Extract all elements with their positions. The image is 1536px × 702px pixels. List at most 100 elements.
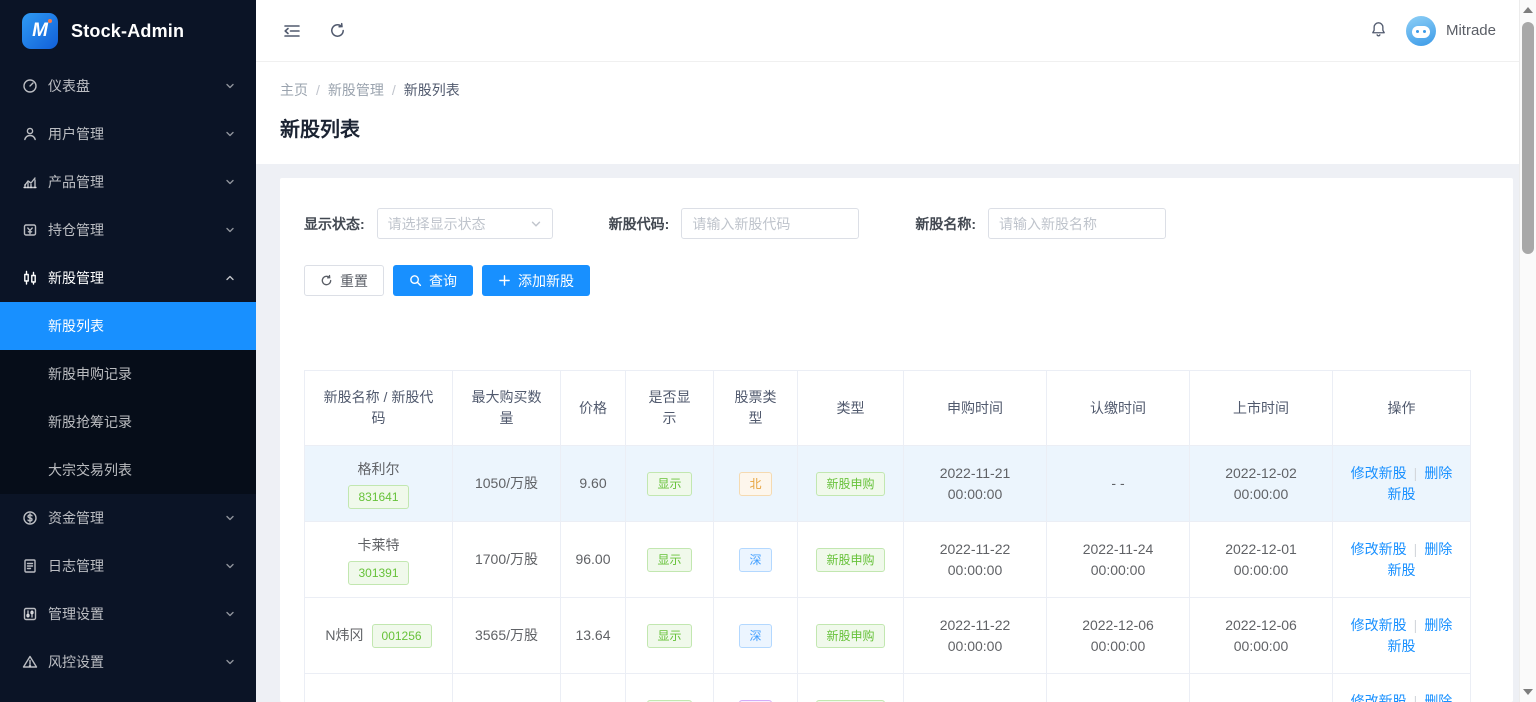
submenu-item-label: 新股列表: [48, 316, 104, 336]
add-new-stock-button[interactable]: 添加新股: [482, 265, 590, 296]
table-row[interactable]: 三未信安 1914/万股 78.90 显示 沪 新股申购 2022-11-23 …: [305, 674, 1471, 702]
action-divider: |: [1414, 617, 1418, 633]
filter-bar: 显示状态: 请选择显示状态 新股代码: 新股名称:: [304, 208, 1487, 239]
price: 78.90: [561, 674, 626, 702]
sidebar-item-new-stocks[interactable]: 新股管理: [0, 254, 256, 302]
query-button-label: 查询: [429, 271, 457, 291]
chevron-up-icon: [224, 272, 236, 284]
display-status-label: 显示状态:: [304, 214, 365, 234]
scroll-up-arrow[interactable]: [1523, 7, 1533, 13]
breadcrumb-item-current: 新股列表: [404, 80, 460, 100]
edit-stock-link[interactable]: 修改新股: [1351, 617, 1407, 633]
breadcrumb-separator: /: [392, 82, 396, 98]
sidebar-item-label: 资金管理: [48, 508, 224, 528]
submenu-item-label: 新股申购记录: [48, 364, 132, 384]
refresh-icon[interactable]: [328, 21, 347, 40]
stock-code-input[interactable]: [681, 208, 859, 239]
user-icon: [22, 126, 38, 142]
chevron-down-icon: [224, 512, 236, 524]
pay-time: - -: [1055, 473, 1181, 494]
chevron-down-icon: [224, 560, 236, 572]
col-type: 类型: [798, 371, 904, 446]
action-divider: |: [1414, 465, 1418, 481]
col-name-code: 新股名称 / 新股代码: [305, 371, 453, 446]
vertical-scrollbar[interactable]: [1519, 0, 1536, 702]
dashboard-icon: [22, 78, 38, 94]
sidebar-item-admin-settings[interactable]: 管理设置: [0, 590, 256, 638]
plus-icon: [498, 274, 511, 287]
sliders-icon: [22, 606, 38, 622]
sidebar-item-label: 日志管理: [48, 556, 224, 576]
price: 96.00: [561, 522, 626, 598]
sidebar-menu: 仪表盘 用户管理 产品管理 持仓管理 新股管理 新股列表 新股申购记录 新股抢筹: [0, 62, 256, 702]
sidebar: M Stock-Admin 仪表盘 用户管理 产品管理 持仓管理 新股管理: [0, 0, 256, 702]
breadcrumb-item-home[interactable]: 主页: [280, 80, 308, 100]
max-qty: 1050/万股: [453, 446, 561, 522]
stock-code-badge: 001256: [372, 624, 432, 648]
sidebar-item-risk-settings[interactable]: 风控设置: [0, 638, 256, 686]
scroll-down-arrow[interactable]: [1523, 689, 1533, 695]
user-menu[interactable]: Mitrade: [1406, 16, 1496, 46]
app-logo[interactable]: M Stock-Admin: [0, 0, 256, 62]
chevron-down-icon: [224, 128, 236, 140]
table-row[interactable]: N炜冈001256 3565/万股 13.64 显示 深 新股申购 2022-1…: [305, 598, 1471, 674]
breadcrumb-item-new-stock-mgmt[interactable]: 新股管理: [328, 80, 384, 100]
edit-stock-link[interactable]: 修改新股: [1351, 541, 1407, 557]
sidebar-item-label: 用户管理: [48, 124, 224, 144]
buy-time: 2022-11-2200:00:00: [912, 539, 1038, 581]
table-row[interactable]: 格利尔831641 1050/万股 9.60 显示 北 新股申购 2022-11…: [305, 446, 1471, 522]
sidebar-item-positions[interactable]: 持仓管理: [0, 206, 256, 254]
display-status-select[interactable]: 请选择显示状态: [377, 208, 553, 239]
reset-button[interactable]: 重置: [304, 265, 384, 296]
sidebar-item-label: 仪表盘: [48, 76, 224, 96]
stock-name-input[interactable]: [988, 208, 1166, 239]
submenu-item-label: 大宗交易列表: [48, 460, 132, 480]
notification-bell-icon[interactable]: [1369, 20, 1388, 42]
action-bar: 重置 查询 添加新股: [304, 265, 1487, 296]
submenu-item-label: 新股抢筹记录: [48, 412, 132, 432]
filter-display-status: 显示状态: 请选择显示状态: [304, 208, 553, 239]
sidebar-item-funds[interactable]: 资金管理: [0, 494, 256, 542]
max-qty: 3565/万股: [453, 598, 561, 674]
stock-name-label: 新股名称:: [915, 214, 976, 234]
action-divider: |: [1414, 693, 1418, 702]
col-max-qty: 最大购买数量: [453, 371, 561, 446]
display-status-badge: 显示: [647, 624, 691, 648]
sidebar-item-products[interactable]: 产品管理: [0, 158, 256, 206]
page-title: 新股列表: [280, 113, 1512, 142]
stock-code-badge: 831641: [348, 485, 408, 509]
list-time: 2022-12-0200:00:00: [1198, 463, 1324, 505]
price: 13.64: [561, 598, 626, 674]
scrollbar-thumb[interactable]: [1522, 22, 1534, 254]
list-time: 2022-12-0600:00:00: [1198, 615, 1324, 657]
app-title: Stock-Admin: [71, 21, 184, 42]
type-badge: 新股申购: [816, 624, 884, 648]
table-row[interactable]: 卡莱特301391 1700/万股 96.00 显示 深 新股申购 2022-1…: [305, 522, 1471, 598]
chevron-down-icon: [224, 608, 236, 620]
select-placeholder: 请选择显示状态: [388, 214, 530, 234]
submenu-item-subscription-records[interactable]: 新股申购记录: [0, 350, 256, 398]
submenu-item-block-trade-list[interactable]: 大宗交易列表: [0, 446, 256, 494]
search-icon: [409, 274, 422, 287]
sidebar-item-logs[interactable]: 日志管理: [0, 542, 256, 590]
table-header-row: 新股名称 / 新股代码 最大购买数量 价格 是否显示 股票类型 类型 申购时间 …: [305, 371, 1471, 446]
chevron-down-icon: [530, 218, 542, 230]
wallet-icon: [22, 222, 38, 238]
stock-name: 卡莱特: [358, 535, 400, 556]
edit-stock-link[interactable]: 修改新股: [1351, 693, 1407, 702]
submenu-item-rush-records[interactable]: 新股抢筹记录: [0, 398, 256, 446]
submenu-item-new-stock-list[interactable]: 新股列表: [0, 302, 256, 350]
sidebar-item-users[interactable]: 用户管理: [0, 110, 256, 158]
filter-stock-code: 新股代码:: [609, 208, 860, 239]
menu-fold-icon[interactable]: [282, 21, 302, 41]
edit-stock-link[interactable]: 修改新股: [1351, 465, 1407, 481]
sidebar-item-dashboard[interactable]: 仪表盘: [0, 62, 256, 110]
query-button[interactable]: 查询: [393, 265, 473, 296]
stock-code-badge: 301391: [348, 561, 408, 585]
app-logo-icon: M: [22, 13, 58, 49]
list-time: 2022-12-0100:00:00: [1198, 539, 1324, 581]
sidebar-item-label: 持仓管理: [48, 220, 224, 240]
document-icon: [22, 558, 38, 574]
col-buy-time: 申购时间: [904, 371, 1047, 446]
stock-name: 格利尔: [358, 459, 400, 480]
